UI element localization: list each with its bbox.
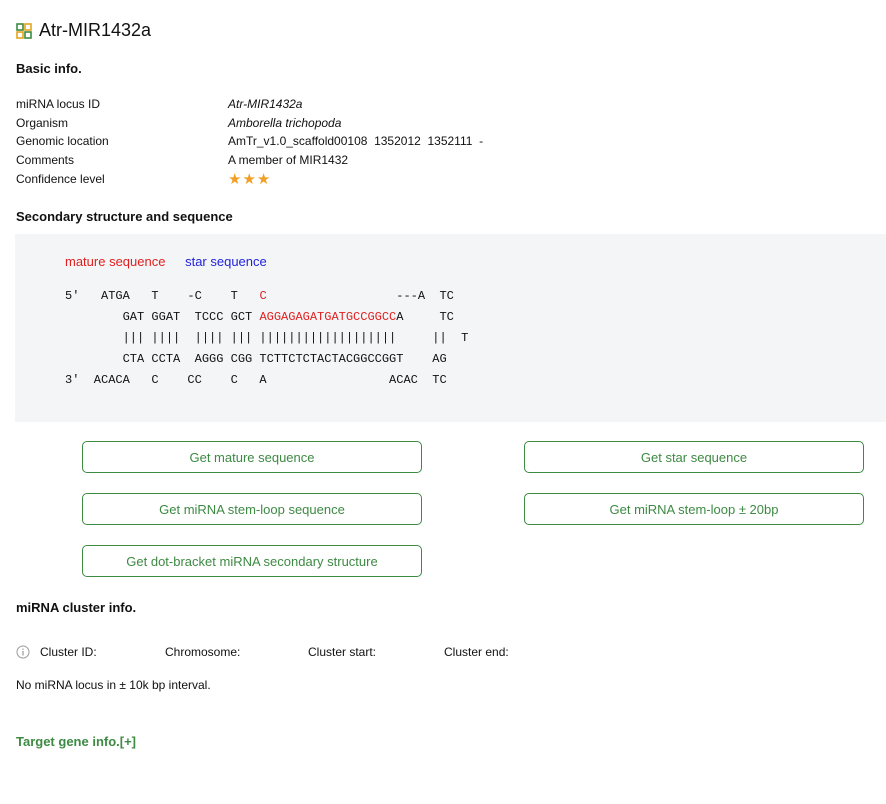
cluster-end-column: Cluster end: bbox=[444, 645, 509, 659]
get-stem-loop-button[interactable]: Get miRNA stem-loop sequence bbox=[82, 493, 422, 525]
confidence-stars: ★★★ bbox=[228, 170, 272, 188]
comments-value: A member of MIR1432 bbox=[228, 153, 349, 168]
structure-text: GAT GGAT TCCC GCT bbox=[65, 310, 260, 324]
cluster-heading: miRNA cluster info. bbox=[16, 600, 137, 615]
structure-line-5: 3' ACACA C CC C A ACAC TC bbox=[65, 373, 447, 387]
mature-fragment: C bbox=[259, 289, 267, 303]
info-icon bbox=[16, 645, 30, 659]
structure-line-3: ||| |||| |||| ||| ||||||||||||||||||| ||… bbox=[65, 331, 469, 345]
title-row: Atr-MIR1432a bbox=[16, 20, 151, 41]
secondary-structure: 5' ATGA T -C T C ---A TC GAT GGAT TCCC G… bbox=[65, 286, 468, 391]
organism-value: Amborella trichopoda bbox=[228, 115, 342, 130]
structure-line-4: CTA CCTA AGGG CGG TCTTCTCTACTACGGCCGGT A… bbox=[65, 352, 447, 366]
cluster-empty-message: No miRNA locus in ± 10k bp interval. bbox=[16, 678, 211, 692]
structure-text: ---A TC bbox=[266, 289, 454, 303]
target-gene-info-toggle[interactable]: Target gene info.[+] bbox=[16, 734, 136, 749]
page-title: Atr-MIR1432a bbox=[39, 20, 152, 40]
structure-text: 5' ATGA T -C T bbox=[65, 289, 260, 303]
structure-legend: mature sequence star sequence bbox=[65, 254, 267, 269]
basic-info-heading: Basic info. bbox=[16, 61, 82, 76]
grid-icon bbox=[16, 22, 32, 39]
info-label: miRNA locus ID bbox=[16, 97, 101, 112]
cluster-table-header: Cluster ID: Chromosome: Cluster start: C… bbox=[16, 645, 509, 659]
get-dot-bracket-button[interactable]: Get dot-bracket miRNA secondary structur… bbox=[82, 545, 422, 577]
info-label: Confidence level bbox=[16, 171, 105, 186]
locus-id-value: Atr-MIR1432a bbox=[228, 97, 303, 112]
info-row-organism: Organism Amborella trichopoda bbox=[16, 114, 483, 133]
get-star-sequence-button[interactable]: Get star sequence bbox=[524, 441, 864, 473]
cluster-start-column: Cluster start: bbox=[308, 645, 377, 659]
legend-mature: mature sequence bbox=[65, 254, 166, 269]
get-mature-sequence-button[interactable]: Get mature sequence bbox=[82, 441, 422, 473]
structure-text: A TC bbox=[396, 310, 454, 324]
get-stem-loop-20bp-button[interactable]: Get miRNA stem-loop ± 20bp bbox=[524, 493, 864, 525]
structure-line-2: GAT GGAT TCCC GCT AGGAGAGATGATGCCGGCCA T… bbox=[65, 310, 454, 324]
info-label: Organism bbox=[16, 115, 69, 130]
structure-panel: mature sequence star sequence 5' ATGA T … bbox=[15, 234, 886, 422]
chromosome-column: Chromosome: bbox=[165, 645, 241, 659]
genomic-location-value: AmTr_v1.0_scaffold00108 1352012 1352111 … bbox=[228, 134, 484, 149]
info-row-genomic-location: Genomic location AmTr_v1.0_scaffold00108… bbox=[16, 132, 483, 151]
legend-star: star sequence bbox=[185, 254, 267, 269]
info-row-comments: Comments A member of MIR1432 bbox=[16, 151, 483, 170]
mature-sequence-highlight: AGGAGAGATGATGCCGGCC bbox=[259, 310, 397, 324]
structure-line-1: 5' ATGA T -C T C ---A TC bbox=[65, 289, 454, 303]
info-label: Comments bbox=[16, 153, 75, 168]
info-row-locus-id: miRNA locus ID Atr-MIR1432a bbox=[16, 95, 483, 114]
info-label: Genomic location bbox=[16, 134, 109, 149]
cluster-id-column: Cluster ID: bbox=[40, 645, 97, 659]
info-row-confidence: Confidence level ★★★ bbox=[16, 169, 483, 188]
structure-heading: Secondary structure and sequence bbox=[16, 209, 233, 224]
basic-info-table: miRNA locus ID Atr-MIR1432a Organism Amb… bbox=[16, 95, 483, 188]
